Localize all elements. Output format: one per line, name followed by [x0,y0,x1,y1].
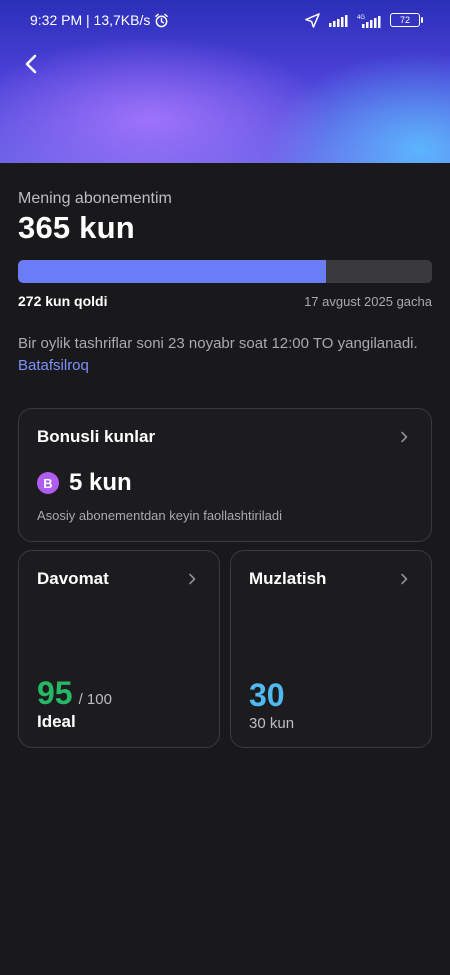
bonus-days-card[interactable]: Bonusli kunlar B 5 kun Asosiy abonementd… [18,408,432,542]
status-right: 4G 72 [305,12,423,28]
bonus-value: 5 kun [69,469,132,496]
progress-meta: 272 kun qoldi 17 avgust 2025 gacha [18,293,432,309]
bonus-value-row: B 5 kun [37,469,132,497]
chevron-left-icon [25,54,37,74]
attendance-card-title: Davomat [37,569,109,588]
svg-text:4G: 4G [357,15,365,21]
subscription-label: Mening abonementim [18,190,172,207]
alarm-icon [155,13,169,27]
chevron-right-icon [401,431,408,443]
visits-info-text: Bir oylik tashriflar soni 23 noyabr soat… [18,335,418,352]
location-icon [305,12,320,28]
visits-info: Bir oylik tashriflar soni 23 noyabr soat… [18,333,432,377]
attendance-rating: Ideal [37,712,76,731]
attendance-score: 95 [37,675,73,711]
days-left: 272 kun qoldi [18,293,108,309]
end-date: 17 avgust 2025 gacha [304,293,432,309]
status-left: 9:32 PM | 13,7KB/s [30,12,169,28]
signal-4g-icon: 4G [357,15,381,28]
status-bar: 9:32 PM | 13,7KB/s 4G 72 [0,0,450,40]
chevron-right-icon [189,573,196,585]
battery-icon: 72 [390,13,423,27]
subscription-total: 365 kun [18,210,135,245]
chevron-right-icon [401,573,408,585]
bonus-card-title: Bonusli kunlar [37,427,156,446]
signal-icon [329,14,348,27]
attendance-card[interactable]: Davomat 95 / 100 Ideal [18,550,220,748]
status-time: 9:32 PM | 13,7KB/s [30,12,151,28]
details-link[interactable]: Batafsilroq [18,357,89,374]
bonus-badge-icon: B [37,472,59,494]
subscription-progress-bar [18,260,432,283]
attendance-score-row: 95 / 100 [37,675,112,712]
subscription-progress-fill [18,260,327,283]
back-button[interactable] [20,52,44,76]
bonus-note: Asosiy abonementdan keyin faollashtirila… [37,508,282,523]
freeze-value: 30 [249,677,285,713]
freeze-card-title: Muzlatish [249,569,327,588]
freeze-days: 30 kun [249,715,295,732]
battery-level: 72 [399,15,410,25]
freeze-card[interactable]: Muzlatish 30 30 kun [230,550,432,748]
subscription-section: Mening abonementim 365 kun 272 kun qoldi… [18,190,432,377]
attendance-max: / 100 [78,691,112,708]
